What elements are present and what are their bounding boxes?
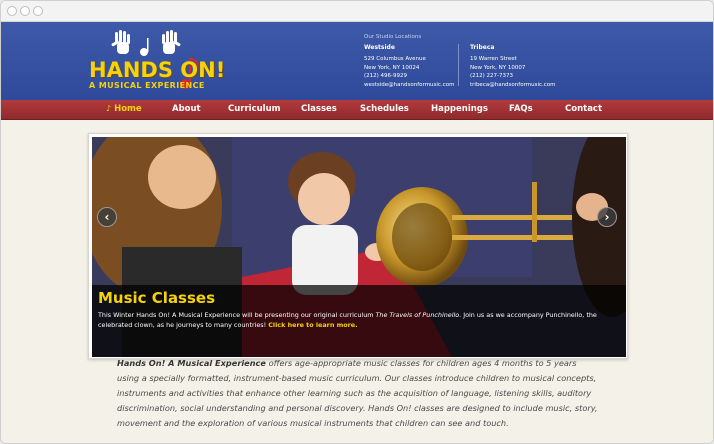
intro-brand: Hands On! A Musical Experience [117,358,266,368]
locations-heading: Our Studio Locations [364,34,422,40]
chevron-right-icon: › [604,210,610,224]
page-viewport: HANDS ON! A MUSICAL EXPERIENCE Our Studi… [1,22,713,443]
nav-item-happenings[interactable]: Happenings [431,104,488,114]
location-phone: (212) 227-7373 [470,73,514,80]
slide-image: Music Classes This Winter Hands On! A Mu… [92,137,626,357]
location-name: Tribeca [470,44,495,51]
slide-caption-title: Music Classes [98,289,216,307]
nav-item-faqs[interactable]: FAQs [509,104,533,114]
window-maximize-button[interactable] [33,6,43,16]
location-phone: (212) 496-9929 [364,73,408,80]
site-header: HANDS ON! A MUSICAL EXPERIENCE Our Studi… [1,22,713,100]
nav-item-classes[interactable]: Classes [301,104,337,114]
slide-caption: Music Classes This Winter Hands On! A Mu… [92,285,626,357]
location-address-line1: 19 Warren Street [470,56,517,63]
window-close-button[interactable] [7,6,17,16]
slide-caption-text: This Winter Hands On! A Musical Experien… [98,310,618,330]
music-note-icon: ♪ [106,104,112,113]
slider-next-button[interactable]: › [597,207,617,227]
logo-wordmark: HANDS ON! [89,58,226,82]
chevron-left-icon: ‹ [104,210,110,224]
main-nav: ♪ Home About Curriculum Classes Schedule… [1,100,713,120]
intro-paragraph: Hands On! A Musical Experience offers ag… [117,356,599,431]
location-address-line2: New York, NY 10007 [470,64,526,71]
slider-prev-button[interactable]: ‹ [97,207,117,227]
location-name: Westside [364,44,395,51]
location-address-line2: New York, NY 10024 [364,64,420,71]
nav-item-schedules[interactable]: Schedules [360,104,409,114]
nav-item-label: Home [114,104,142,114]
location-address-line1: 529 Columbus Avenue [364,56,426,63]
learn-more-link[interactable]: Click here to learn more. [268,321,357,329]
nav-item-curriculum[interactable]: Curriculum [228,104,281,114]
slide-caption-curriculum-title: The Travels of Punchinello [375,311,460,319]
nav-item-about[interactable]: About [172,104,201,114]
hero-slider: Music Classes This Winter Hands On! A Mu… [88,133,628,359]
window-minimize-button[interactable] [20,6,30,16]
logo-tagline: A MUSICAL EXPERIENCE [89,81,205,90]
location-email-link[interactable]: tribeca@handsonformusic.com [470,81,556,89]
intro-text: offers age-appropriate music classes for… [117,358,598,428]
browser-toolbar [1,1,713,22]
nav-item-home[interactable]: ♪ Home [106,104,142,114]
location-email-link[interactable]: westside@handsonformusic.com [364,81,454,89]
browser-window: HANDS ON! A MUSICAL EXPERIENCE Our Studi… [0,0,714,444]
location-tribeca: Tribeca 19 Warren Street New York, NY 10… [470,44,556,89]
location-westside: Westside 529 Columbus Avenue New York, N… [364,44,454,89]
locations-divider [458,44,459,86]
nav-item-contact[interactable]: Contact [565,104,602,114]
slide-caption-text-start: This Winter Hands On! A Musical Experien… [98,311,376,319]
